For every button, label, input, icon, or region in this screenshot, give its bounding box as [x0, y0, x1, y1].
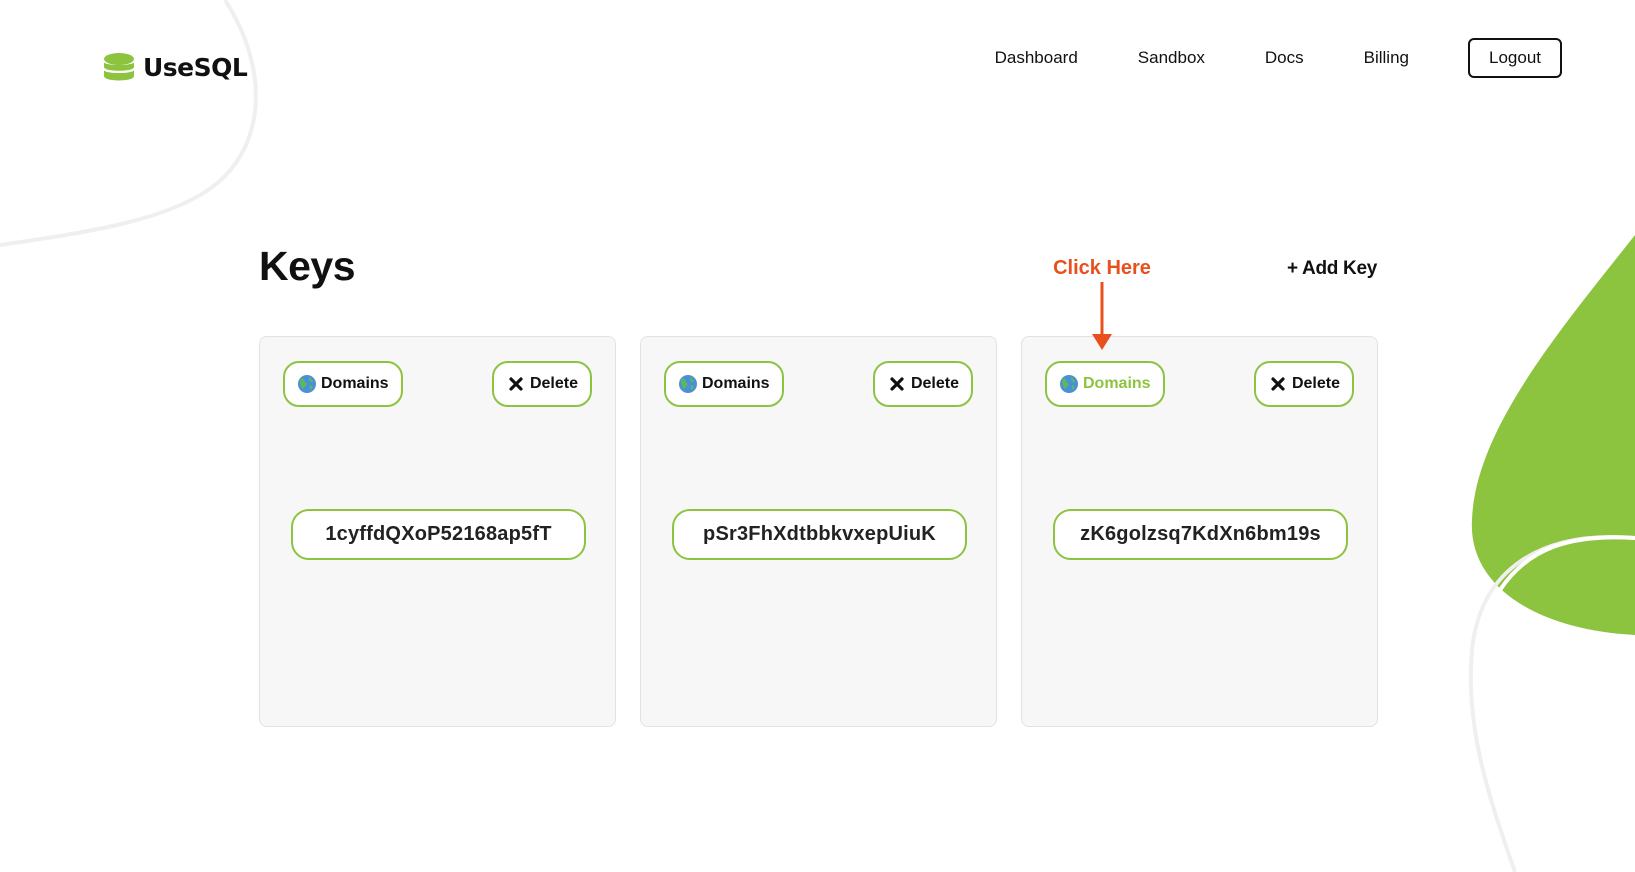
key-cards: Domains Delete 1cyffdQXoP52168ap5fT Doma… [259, 336, 1378, 727]
delete-label: Delete [910, 375, 959, 392]
close-x-icon [506, 374, 526, 394]
key-card: Domains Delete zK6golzsq7KdXn6bm19s [1021, 336, 1378, 727]
nav-dashboard[interactable]: Dashboard [995, 36, 1078, 80]
click-here-annotation: Click Here [1048, 256, 1156, 354]
domains-button[interactable]: Domains [664, 361, 784, 407]
nav-docs[interactable]: Docs [1265, 36, 1304, 80]
main-nav: Dashboard Sandbox Docs Billing Logout [995, 36, 1562, 80]
annotation-text: Click Here [1053, 257, 1151, 279]
nav-sandbox[interactable]: Sandbox [1138, 36, 1205, 80]
arrow-down-icon [1092, 282, 1112, 350]
delete-button[interactable]: Delete [1253, 361, 1354, 407]
globe-icon [297, 374, 317, 394]
add-key-button[interactable]: + Add Key [1287, 258, 1377, 280]
api-key-value[interactable]: pSr3FhXdtbbkvxepUiuK [672, 509, 967, 560]
page-title: Keys [259, 243, 356, 289]
delete-button[interactable]: Delete [872, 361, 973, 407]
domains-button[interactable]: Domains [283, 361, 403, 407]
green-leaf-highlight [1498, 535, 1635, 592]
logo-text: UseSQL [143, 53, 248, 82]
api-key-value[interactable]: zK6golzsq7KdXn6bm19s [1053, 509, 1348, 560]
delete-label: Delete [1291, 375, 1340, 392]
nav-billing[interactable]: Billing [1364, 36, 1409, 80]
top-left-curve [0, 0, 258, 247]
delete-button[interactable]: Delete [491, 361, 592, 407]
key-card: Domains Delete 1cyffdQXoP52168ap5fT [259, 336, 616, 727]
domains-label: Domains [321, 375, 389, 392]
logo[interactable]: UseSQL [103, 52, 248, 84]
delete-label: Delete [529, 375, 578, 392]
domains-label: Domains [1083, 375, 1151, 392]
domains-label: Domains [702, 375, 770, 392]
close-x-icon [887, 374, 907, 394]
key-card: Domains Delete pSr3FhXdtbbkvxepUiuK [640, 336, 997, 727]
api-key-value[interactable]: 1cyffdQXoP52168ap5fT [291, 509, 586, 560]
bottom-right-curve [1468, 535, 1635, 872]
globe-icon [1059, 374, 1079, 394]
domains-button[interactable]: Domains [1045, 361, 1165, 407]
globe-icon [678, 374, 698, 394]
close-x-icon [1268, 374, 1288, 394]
database-icon [104, 53, 134, 81]
logout-button[interactable]: Logout [1468, 38, 1562, 78]
green-leaf-shape [1471, 235, 1635, 635]
